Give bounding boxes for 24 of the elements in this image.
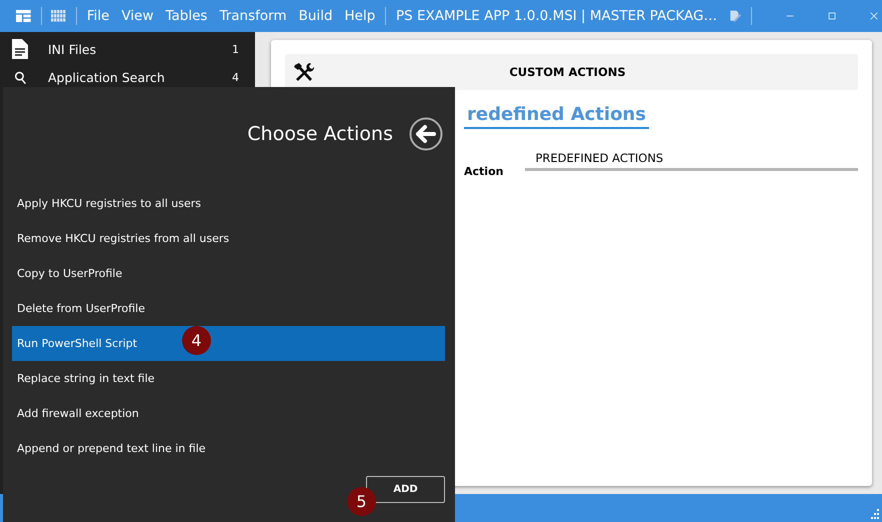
column-header: PREDEFINED ACTIONS	[525, 151, 858, 171]
item-count: 4	[232, 70, 239, 84]
action-item[interactable]: Delete from UserProfile	[12, 291, 445, 326]
action-item[interactable]: Replace string in text file	[12, 361, 445, 396]
action-item[interactable]: Add firewall exception	[12, 396, 445, 431]
action-item[interactable]: Copy to UserProfile	[12, 256, 445, 291]
search-icon	[14, 70, 26, 84]
maximize-icon[interactable]	[828, 10, 836, 22]
sidebar-item[interactable]: Application Search	[48, 70, 210, 84]
resize-grip-icon[interactable]	[869, 509, 879, 519]
section-title: CUSTOM ACTIONS	[508, 65, 627, 79]
item-count: 1	[232, 42, 239, 56]
window-title: PS EXAMPLE APP 1.0.0.MSI | MASTER PACKAG…	[394, 8, 718, 24]
field-label: Action	[464, 165, 504, 178]
action-item[interactable]: Remove HKCU registries from all users	[12, 221, 445, 256]
layout-icon[interactable]	[16, 7, 31, 25]
document-icon	[12, 39, 28, 59]
panel-title: Choose Actions	[247, 123, 393, 145]
tools-icon	[293, 62, 315, 82]
add-button[interactable]: ADD	[366, 476, 445, 503]
action-item[interactable]: Append or prepend text line in file	[12, 431, 445, 466]
close-icon[interactable]	[870, 10, 878, 22]
action-item[interactable]: Apply HKCU registries to all users	[12, 186, 445, 221]
sidebar-item[interactable]: INI Files	[48, 42, 212, 56]
